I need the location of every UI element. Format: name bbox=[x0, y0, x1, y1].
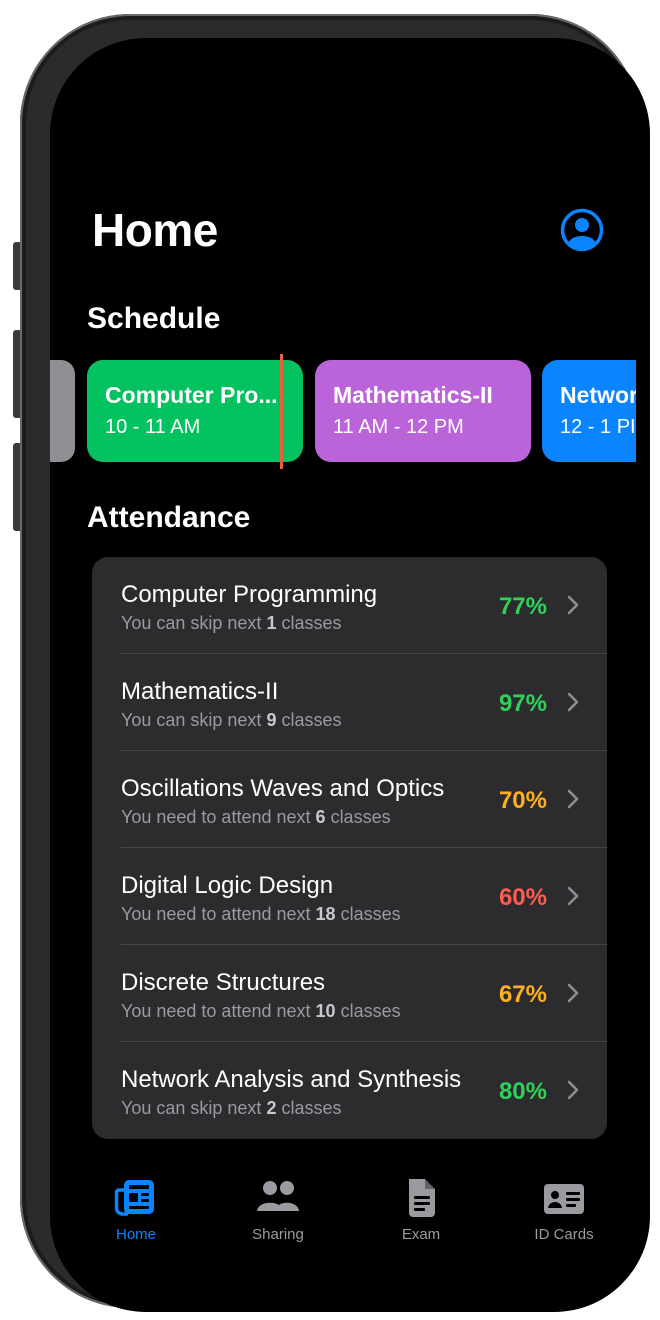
attendance-hint: You need to attend next 6 classes bbox=[121, 807, 391, 827]
screen: Home Schedule Computer Pro... 10 - 11 AM… bbox=[50, 38, 650, 1312]
phone-frame: Home Schedule Computer Pro... 10 - 11 AM… bbox=[20, 14, 650, 1312]
subject-name: Digital Logic Design bbox=[121, 872, 334, 899]
current-time-indicator bbox=[280, 354, 283, 469]
schedule-card[interactable]: Computer Pro... 10 - 11 AM bbox=[87, 360, 303, 462]
newspaper-icon bbox=[114, 1180, 154, 1216]
tab-label: ID Cards bbox=[534, 1226, 594, 1243]
chevron-right-icon bbox=[567, 692, 579, 712]
attendance-percent: 97% bbox=[498, 690, 547, 717]
id-card-icon bbox=[544, 1184, 584, 1214]
schedule-card-time: 11 AM - 12 PM bbox=[333, 416, 464, 438]
tab-id-cards[interactable]: ID Cards bbox=[504, 1178, 624, 1243]
schedule-card[interactable]: Mathematics-II 11 AM - 12 PM bbox=[315, 360, 531, 462]
attendance-percent: 60% bbox=[498, 884, 547, 911]
chevron-right-icon bbox=[567, 1080, 579, 1100]
schedule-heading: Schedule bbox=[87, 302, 221, 335]
tab-exam[interactable]: Exam bbox=[361, 1178, 481, 1243]
document-icon bbox=[409, 1179, 435, 1217]
attendance-row[interactable]: Digital Logic Design You need to attend … bbox=[92, 848, 607, 945]
people-icon bbox=[257, 1181, 299, 1211]
chevron-right-icon bbox=[567, 983, 579, 1003]
tab-home[interactable]: Home bbox=[76, 1178, 196, 1243]
schedule-card-previous[interactable] bbox=[50, 360, 75, 462]
person-circle-icon[interactable] bbox=[560, 208, 604, 252]
attendance-hint: You can skip next 1 classes bbox=[121, 613, 342, 633]
attendance-hint: You need to attend next 18 classes bbox=[121, 904, 401, 924]
tab-label: Exam bbox=[401, 1226, 441, 1243]
page-title: Home bbox=[92, 204, 218, 256]
subject-name: Discrete Structures bbox=[121, 969, 326, 996]
chevron-right-icon bbox=[567, 595, 579, 615]
schedule-carousel[interactable]: Computer Pro... 10 - 11 AM Mathematics-I… bbox=[50, 360, 636, 464]
attendance-hint: You can skip next 9 classes bbox=[121, 710, 342, 730]
attendance-hint: You need to attend next 10 classes bbox=[121, 1001, 401, 1021]
schedule-card-title: Mathematics-II bbox=[333, 382, 493, 408]
attendance-hint: You can skip next 2 classes bbox=[121, 1098, 342, 1118]
attendance-row[interactable]: Discrete Structures You need to attend n… bbox=[92, 945, 607, 1042]
attendance-row[interactable]: Oscillations Waves and Optics You need t… bbox=[92, 751, 607, 848]
attendance-percent: 77% bbox=[498, 593, 547, 620]
attendance-percent: 70% bbox=[498, 787, 547, 814]
attendance-heading: Attendance bbox=[87, 501, 251, 534]
tab-label: Sharing bbox=[252, 1226, 304, 1243]
attendance-row[interactable]: Computer Programming You can skip next 1… bbox=[92, 557, 607, 654]
schedule-card-time: 10 - 11 AM bbox=[105, 416, 201, 438]
schedule-card-time: 12 - 1 PI bbox=[560, 416, 636, 438]
schedule-card[interactable]: Networ 12 - 1 PI bbox=[542, 360, 636, 462]
subject-name: Computer Programming bbox=[121, 581, 378, 608]
attendance-list: Computer Programming You can skip next 1… bbox=[92, 557, 607, 1139]
attendance-percent: 80% bbox=[498, 1078, 547, 1105]
subject-name: Mathematics-II bbox=[121, 678, 279, 705]
tab-bar: Home Sharing Exam ID Cards bbox=[50, 1178, 650, 1258]
attendance-row[interactable]: Network Analysis and Synthesis You can s… bbox=[92, 1042, 607, 1139]
attendance-percent: 67% bbox=[498, 981, 547, 1008]
chevron-right-icon bbox=[567, 886, 579, 906]
attendance-row[interactable]: Mathematics-II You can skip next 9 class… bbox=[92, 654, 607, 751]
schedule-card-title: Computer Pro... bbox=[105, 382, 278, 408]
subject-name: Network Analysis and Synthesis bbox=[121, 1066, 462, 1093]
subject-name: Oscillations Waves and Optics bbox=[121, 775, 445, 802]
schedule-card-title: Networ bbox=[560, 382, 636, 408]
tab-label: Home bbox=[115, 1226, 156, 1243]
tab-sharing[interactable]: Sharing bbox=[218, 1178, 338, 1243]
chevron-right-icon bbox=[567, 789, 579, 809]
